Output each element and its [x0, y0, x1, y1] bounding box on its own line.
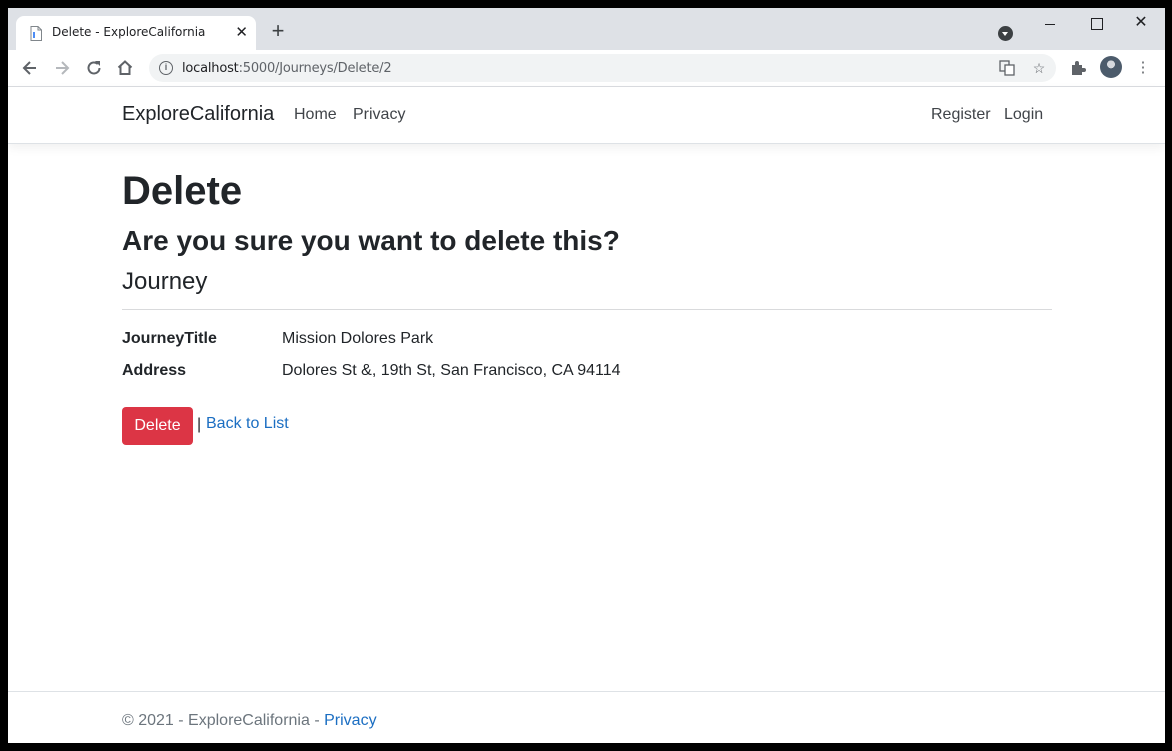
url-path: :5000/Journeys/Delete/2 — [238, 61, 392, 76]
field-value-address: Dolores St &, 19th St, San Francisco, CA… — [282, 362, 621, 379]
footer-privacy-link[interactable]: Privacy — [324, 712, 376, 729]
field-label-journey-title: JourneyTitle — [122, 330, 217, 347]
link-separator: | — [197, 416, 202, 433]
copyright-text: © 2021 - ExploreCalifornia - — [122, 712, 325, 729]
back-to-list-link[interactable]: Back to List — [206, 415, 289, 433]
page-icon — [30, 26, 42, 41]
site-footer: © 2021 - ExploreCalifornia - Privacy — [8, 691, 1165, 743]
address-bar[interactable]: i localhost:5000/Journeys/Delete/2 ☆ — [149, 54, 1056, 82]
site-navbar: ExploreCalifornia Home Privacy Register … — [8, 87, 1165, 144]
browser-toolbar: i localhost:5000/Journeys/Delete/2 ☆ ⋮ — [8, 50, 1165, 87]
tab-strip: Delete - ExploreCalifornia ✕ + ✕ — [8, 8, 1165, 50]
tab-search-icon[interactable] — [998, 26, 1013, 41]
browser-window: Delete - ExploreCalifornia ✕ + ✕ i local… — [8, 8, 1165, 743]
page-title: Delete — [122, 169, 243, 213]
nav-home[interactable]: Home — [294, 106, 337, 124]
profile-avatar[interactable] — [1100, 56, 1122, 78]
confirmation-question: Are you sure you want to delete this? — [122, 225, 620, 256]
translate-icon[interactable] — [999, 60, 1015, 76]
url-host: localhost — [182, 61, 239, 76]
extensions-icon[interactable] — [1069, 59, 1087, 77]
tab-title: Delete - ExploreCalifornia — [52, 25, 206, 39]
close-window-button[interactable]: ✕ — [1123, 14, 1159, 36]
bookmark-star-icon[interactable]: ☆ — [1031, 60, 1047, 76]
nav-privacy[interactable]: Privacy — [353, 106, 405, 124]
minimize-button[interactable] — [1033, 14, 1069, 36]
back-icon[interactable] — [20, 58, 40, 78]
url-text[interactable]: localhost:5000/Journeys/Delete/2 — [182, 61, 392, 76]
entity-heading: Journey — [122, 268, 208, 295]
close-tab-icon[interactable]: ✕ — [235, 25, 248, 40]
maximize-button[interactable] — [1079, 14, 1115, 36]
nav-register[interactable]: Register — [931, 106, 991, 124]
divider — [122, 309, 1052, 310]
site-info-icon[interactable]: i — [159, 61, 173, 75]
reload-icon[interactable] — [84, 58, 104, 78]
field-value-journey-title: Mission Dolores Park — [282, 330, 434, 347]
forward-icon[interactable] — [52, 58, 72, 78]
new-tab-button[interactable]: + — [266, 20, 290, 44]
menu-icon[interactable]: ⋮ — [1134, 59, 1152, 77]
brand-link[interactable]: ExploreCalifornia — [122, 103, 274, 126]
delete-button[interactable]: Delete — [122, 407, 193, 445]
field-label-address: Address — [122, 362, 187, 379]
footer-text: © 2021 - ExploreCalifornia - Privacy — [122, 712, 377, 730]
active-tab[interactable]: Delete - ExploreCalifornia ✕ — [16, 16, 256, 50]
nav-login[interactable]: Login — [1004, 106, 1043, 124]
home-icon[interactable] — [115, 58, 135, 78]
page-viewport: ExploreCalifornia Home Privacy Register … — [8, 87, 1165, 743]
